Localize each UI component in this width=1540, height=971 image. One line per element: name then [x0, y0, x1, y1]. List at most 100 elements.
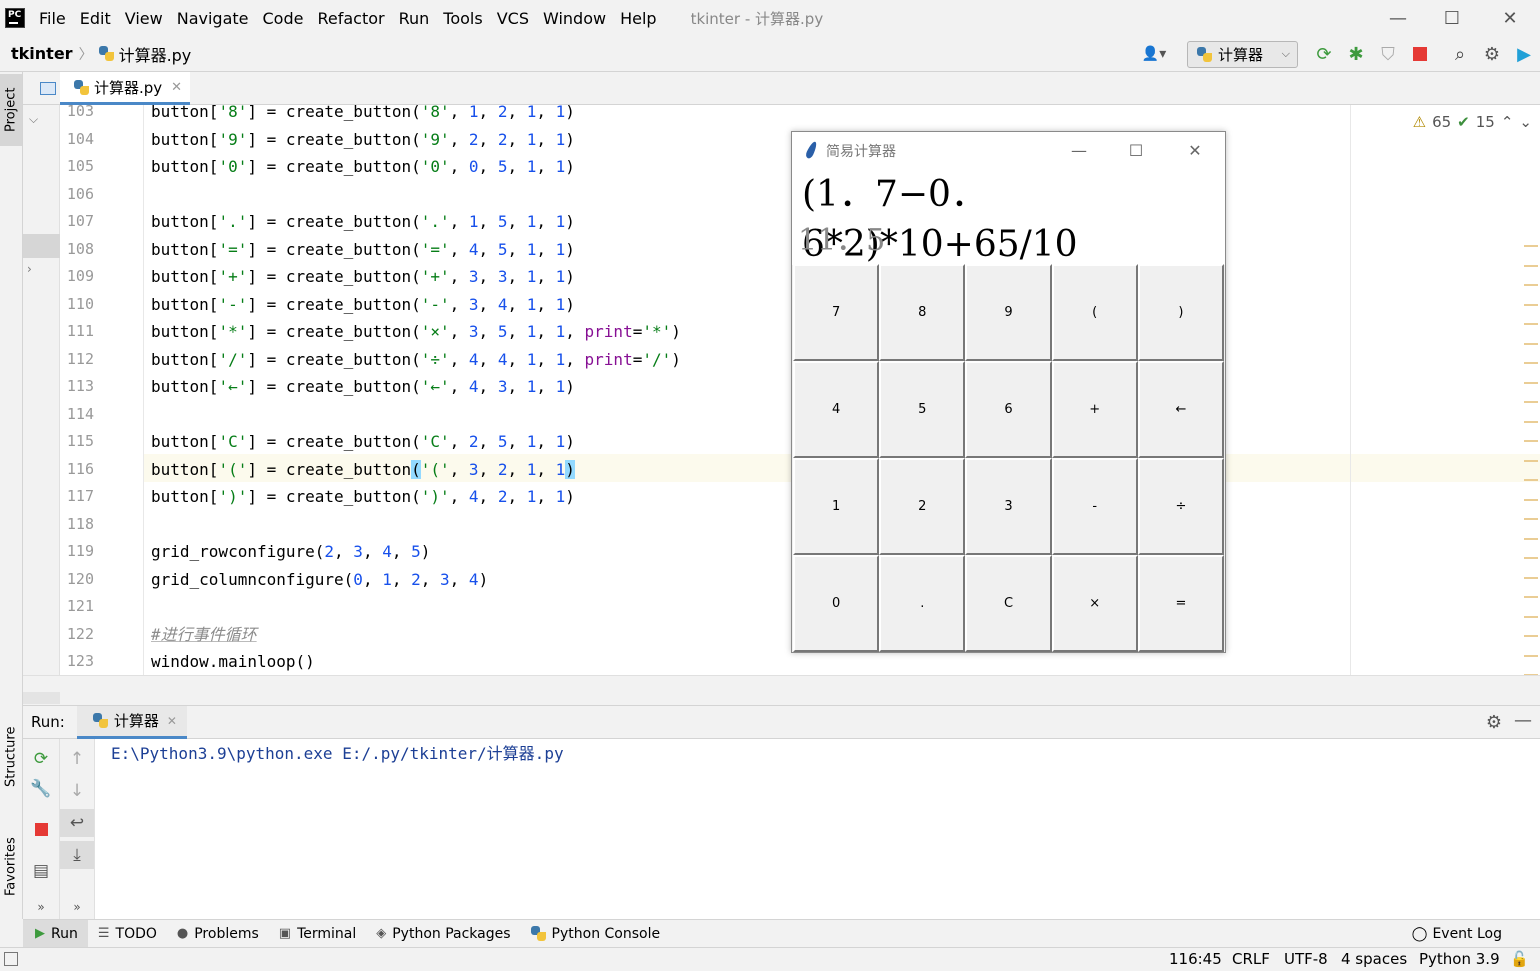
- warning-marker[interactable]: [1524, 323, 1538, 325]
- arrow-up-icon[interactable]: ↑: [60, 745, 94, 773]
- more-actions-icon[interactable]: »: [23, 893, 59, 921]
- calc-button[interactable]: ÷: [1137, 458, 1224, 555]
- horizontal-scrollbar[interactable]: [23, 692, 60, 704]
- tool-tab-terminal[interactable]: ▣ Terminal: [269, 920, 366, 948]
- warning-marker[interactable]: [1524, 596, 1538, 598]
- calc-button[interactable]: 8: [879, 264, 966, 361]
- calc-button[interactable]: 9: [965, 264, 1052, 361]
- close-run-tab-icon[interactable]: ✕: [167, 714, 177, 728]
- menu-code[interactable]: Code: [263, 9, 304, 28]
- tool-tab-run[interactable]: ▶ Run: [23, 919, 88, 948]
- more-actions-icon[interactable]: »: [60, 893, 94, 921]
- run-tab-calculator[interactable]: 计算器 ✕: [76, 705, 187, 739]
- selected-tree-row[interactable]: [23, 234, 60, 258]
- error-stripe[interactable]: [1524, 245, 1540, 675]
- warning-marker[interactable]: [1524, 538, 1538, 540]
- warning-marker[interactable]: [1524, 440, 1538, 442]
- structure-tool-tab[interactable]: Structure: [0, 712, 22, 802]
- tool-windows-toggle-icon[interactable]: [4, 952, 18, 966]
- menu-help[interactable]: Help: [620, 9, 656, 28]
- calc-button[interactable]: 2: [879, 458, 966, 555]
- calc-button[interactable]: -: [1051, 458, 1138, 555]
- tool-tab-todo[interactable]: ☰ TODO: [88, 920, 167, 948]
- calc-button[interactable]: 5: [879, 361, 966, 458]
- warning-marker[interactable]: [1524, 616, 1538, 618]
- arrow-down-icon[interactable]: ↓: [60, 777, 94, 805]
- soft-wrap-icon[interactable]: ↩: [60, 809, 94, 837]
- caret-position[interactable]: 116:45: [1169, 950, 1222, 968]
- warning-marker[interactable]: [1524, 284, 1538, 286]
- warning-marker[interactable]: [1524, 577, 1538, 579]
- settings-gear-icon[interactable]: ⚙: [1476, 39, 1508, 69]
- warning-marker[interactable]: [1524, 382, 1538, 384]
- warning-marker[interactable]: [1524, 362, 1538, 364]
- menu-vcs[interactable]: VCS: [497, 9, 529, 28]
- calc-button[interactable]: 4: [793, 361, 880, 458]
- menu-file[interactable]: File: [39, 9, 66, 28]
- menu-refactor[interactable]: Refactor: [317, 9, 384, 28]
- calc-maximize-button[interactable]: ☐: [1126, 140, 1146, 160]
- tool-tab-python-console[interactable]: Python Console: [521, 920, 671, 948]
- run-settings-gear-icon[interactable]: ⚙: [1486, 712, 1502, 733]
- warning-marker[interactable]: [1524, 479, 1538, 481]
- run-console[interactable]: E:\Python3.9\python.exe E:/.py/tkinter/计…: [95, 739, 1540, 919]
- warning-marker[interactable]: [1524, 655, 1538, 657]
- calc-button[interactable]: 6: [965, 361, 1052, 458]
- warning-marker[interactable]: [1524, 421, 1538, 423]
- warning-marker[interactable]: [1524, 401, 1538, 403]
- wrench-icon[interactable]: 🔧: [23, 775, 59, 803]
- menu-run[interactable]: Run: [399, 9, 430, 28]
- warning-marker[interactable]: [1524, 499, 1538, 501]
- menu-view[interactable]: View: [125, 9, 163, 28]
- menu-navigate[interactable]: Navigate: [177, 9, 249, 28]
- lock-icon[interactable]: 🔓: [1510, 950, 1529, 968]
- calc-button[interactable]: 0: [793, 555, 880, 652]
- line-separator[interactable]: CRLF: [1232, 950, 1270, 968]
- calc-button[interactable]: =: [1137, 555, 1224, 652]
- search-icon[interactable]: ⌕: [1444, 39, 1476, 69]
- scroll-to-end-icon[interactable]: ⤓: [60, 841, 94, 869]
- file-encoding[interactable]: UTF-8: [1284, 950, 1328, 968]
- stop-icon[interactable]: [1404, 39, 1436, 69]
- calc-button[interactable]: ×: [1051, 555, 1138, 652]
- calc-button[interactable]: .: [879, 555, 966, 652]
- menu-tools[interactable]: Tools: [443, 9, 482, 28]
- calc-button[interactable]: 3: [965, 458, 1052, 555]
- warning-marker[interactable]: [1524, 265, 1538, 267]
- calc-button[interactable]: (: [1051, 264, 1138, 361]
- calc-button[interactable]: ←: [1137, 361, 1224, 458]
- tab-calculator-py[interactable]: 计算器.py ✕: [60, 72, 190, 105]
- expand-chevron-icon[interactable]: ⌵: [29, 112, 38, 127]
- calc-button[interactable]: 7: [793, 264, 880, 361]
- project-tool-tab[interactable]: Project: [0, 74, 22, 146]
- stop-icon[interactable]: [23, 815, 59, 843]
- collapse-chevron-icon[interactable]: ›: [27, 262, 32, 276]
- warning-marker[interactable]: [1524, 518, 1538, 520]
- python-interpreter[interactable]: Python 3.9: [1419, 950, 1500, 968]
- project-view-icon[interactable]: [40, 82, 56, 95]
- minimize-button[interactable]: —: [1386, 6, 1410, 30]
- rerun-icon[interactable]: ⟳: [1308, 39, 1340, 69]
- warning-marker[interactable]: [1524, 557, 1538, 559]
- menu-edit[interactable]: Edit: [80, 9, 111, 28]
- close-window-button[interactable]: ✕: [1498, 6, 1522, 30]
- user-account-icon[interactable]: 👤▾: [1137, 42, 1171, 66]
- run-configuration-selector[interactable]: 计算器 ⌵: [1187, 40, 1298, 68]
- warning-marker[interactable]: [1524, 460, 1538, 462]
- tool-tab-event-log[interactable]: ◯ Event Log: [1412, 920, 1502, 948]
- calc-close-button[interactable]: ✕: [1185, 140, 1205, 160]
- warning-marker[interactable]: [1524, 304, 1538, 306]
- calc-button[interactable]: ): [1137, 264, 1224, 361]
- layout-icon[interactable]: ▤: [23, 857, 59, 885]
- calculator-title-bar[interactable]: 简易计算器 — ☐ ✕: [792, 132, 1225, 170]
- calc-minimize-button[interactable]: —: [1069, 140, 1089, 160]
- coverage-shield-icon[interactable]: ⛉: [1372, 39, 1404, 69]
- tool-tab-problems[interactable]: ● Problems: [167, 920, 269, 948]
- previous-highlight-icon[interactable]: ⌃: [1501, 113, 1514, 131]
- inspection-widget[interactable]: ⚠ 65 ✔ 15 ⌃ ⌄: [1413, 113, 1532, 131]
- rerun-icon[interactable]: ⟳: [23, 745, 59, 773]
- breadcrumb-project[interactable]: tkinter: [11, 44, 73, 63]
- maximize-button[interactable]: ☐: [1440, 6, 1464, 30]
- warning-marker[interactable]: [1524, 245, 1538, 247]
- breadcrumb-file[interactable]: 计算器.py: [98, 42, 191, 66]
